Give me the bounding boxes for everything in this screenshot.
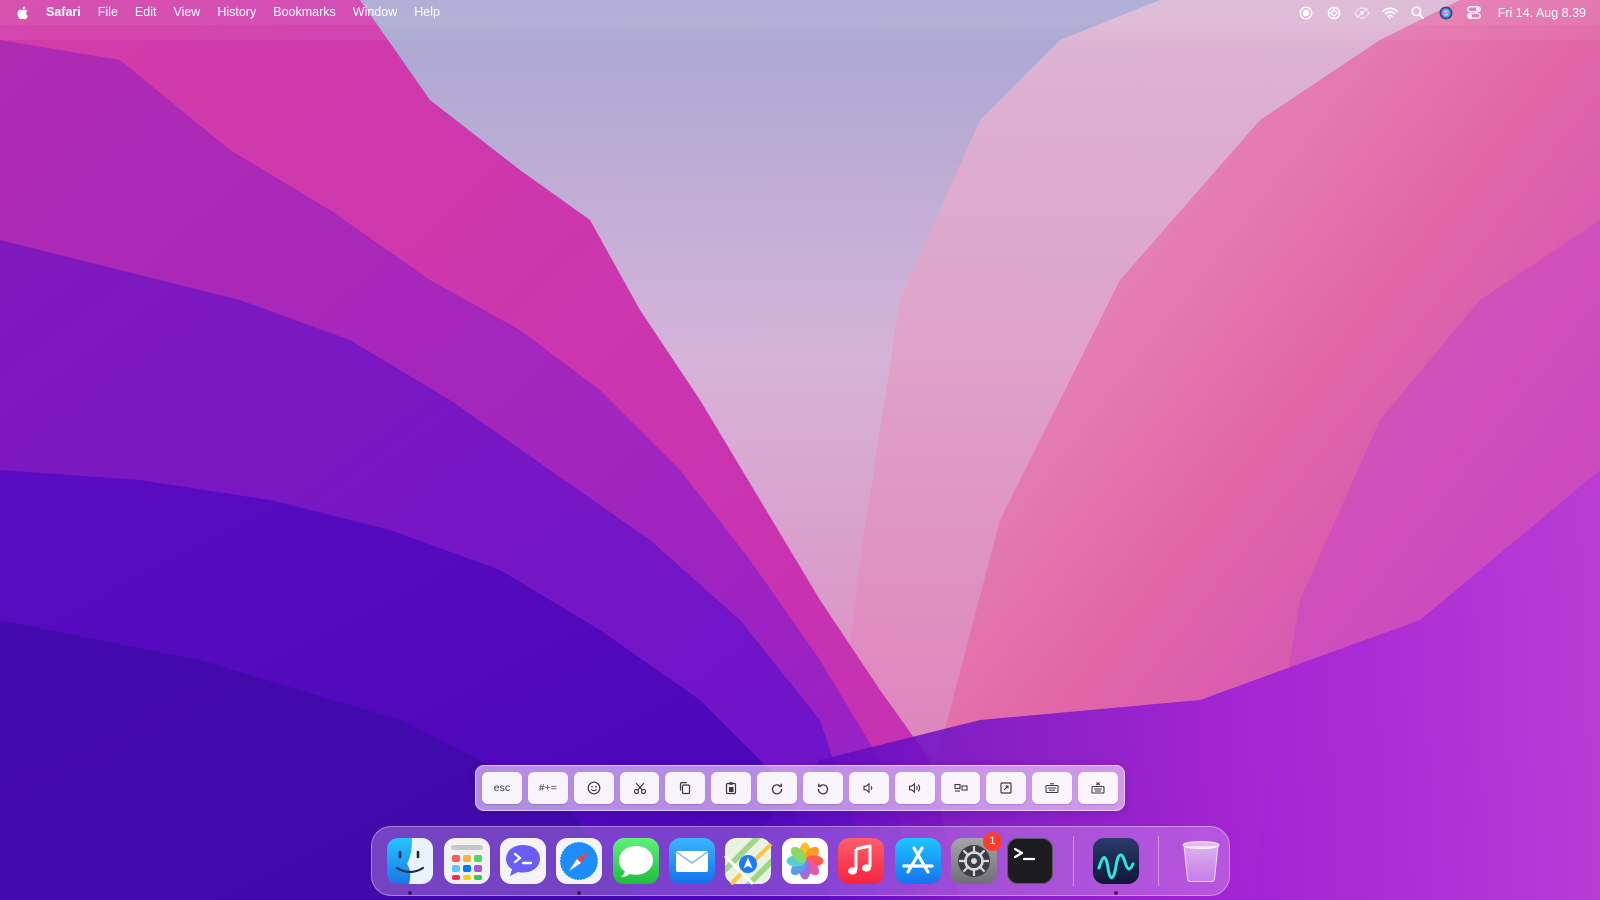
keyboard-hide-key[interactable]	[1078, 772, 1119, 804]
dock-messages[interactable]	[611, 836, 661, 886]
dock-finder[interactable]	[385, 836, 435, 895]
dock-maps[interactable]	[723, 836, 773, 886]
volume-down-icon	[863, 782, 873, 794]
dock-separator	[1072, 836, 1074, 886]
paste-key[interactable]	[711, 772, 752, 804]
keyboard-key[interactable]	[1032, 772, 1073, 804]
redo-key[interactable]	[757, 772, 798, 804]
undo-key[interactable]	[803, 772, 843, 804]
screenshot-icon	[1000, 782, 1012, 794]
screen-record-icon[interactable]	[1292, 0, 1320, 25]
copy-icon	[680, 782, 691, 795]
cut-icon	[633, 782, 646, 795]
dock-photos[interactable]	[780, 836, 830, 886]
music-icon	[838, 838, 885, 884]
menu-app-name[interactable]: Safari	[46, 0, 89, 25]
display-key[interactable]	[940, 772, 981, 804]
screenshot-key[interactable]	[986, 772, 1027, 804]
undo-icon	[817, 783, 828, 795]
dock-terminal[interactable]	[1005, 836, 1055, 886]
dock-mail[interactable]	[667, 836, 717, 886]
apple-menu-icon[interactable]	[16, 4, 32, 22]
mail-icon	[669, 838, 716, 884]
dock-trash[interactable]	[1176, 836, 1226, 886]
paste-icon	[726, 782, 737, 795]
menu-edit[interactable]: Edit	[126, 0, 165, 25]
notification-badge: 1	[982, 832, 1002, 851]
running-indicator	[577, 891, 582, 895]
menu-bookmarks[interactable]: Bookmarks	[265, 0, 345, 25]
volume-down-key[interactable]	[848, 772, 889, 804]
copy-key[interactable]	[665, 772, 706, 804]
keyboard-hide-icon	[1091, 782, 1105, 794]
esc-key[interactable]: esc	[482, 772, 522, 804]
sync-icon[interactable]	[1320, 0, 1348, 25]
maps-icon	[724, 838, 773, 886]
running-indicator	[1113, 891, 1118, 895]
menu-file[interactable]: File	[89, 0, 126, 25]
waveform-app-icon	[1092, 838, 1139, 884]
menu-view[interactable]: View	[165, 0, 209, 25]
launchpad-icon	[443, 838, 490, 884]
chat-terminal-icon	[499, 838, 546, 884]
dock: 1	[371, 826, 1230, 896]
display-icon	[953, 783, 968, 792]
shortcut-toolbar: esc #+=	[475, 765, 1125, 811]
dock-app-store[interactable]	[893, 836, 943, 886]
volume-up-key[interactable]	[894, 772, 935, 804]
messages-icon	[612, 838, 659, 884]
volume-up-icon	[908, 782, 920, 794]
symbols-key[interactable]: #+=	[527, 772, 568, 804]
photos-icon	[781, 838, 828, 884]
menu-history[interactable]: History	[209, 0, 265, 25]
search-icon[interactable]	[1404, 0, 1432, 25]
cut-key[interactable]	[619, 772, 660, 804]
siri-icon[interactable]	[1432, 0, 1460, 25]
wifi-icon[interactable]	[1376, 0, 1404, 25]
emoji-key[interactable]	[573, 772, 614, 804]
running-indicator	[408, 891, 413, 895]
safari-icon	[556, 838, 603, 884]
trash-icon	[1182, 841, 1220, 883]
control-center-icon[interactable]	[1460, 0, 1488, 25]
finder-icon	[387, 838, 434, 884]
redo-icon	[772, 783, 783, 795]
eye-slash-icon[interactable]	[1348, 0, 1376, 25]
emoji-icon	[587, 781, 601, 795]
dock-safari[interactable]	[554, 836, 604, 895]
menu-window[interactable]: Window	[344, 0, 405, 25]
menu-help[interactable]: Help	[406, 0, 449, 25]
dock-chat-terminal[interactable]	[498, 836, 548, 886]
dock-system-preferences[interactable]: 1	[949, 832, 1002, 886]
app-store-icon	[894, 838, 941, 884]
dock-music[interactable]	[836, 836, 886, 886]
dock-separator	[1157, 836, 1159, 886]
dock-remote-app[interactable]	[1091, 836, 1141, 895]
keyboard-icon	[1045, 783, 1059, 794]
menu-bar: Safari File Edit View History Bookmarks …	[0, 0, 1600, 25]
menu-clock[interactable]: Fri 14. Aug 8.39	[1488, 6, 1586, 20]
dock-launchpad[interactable]	[442, 836, 492, 886]
terminal-icon	[1007, 838, 1054, 884]
